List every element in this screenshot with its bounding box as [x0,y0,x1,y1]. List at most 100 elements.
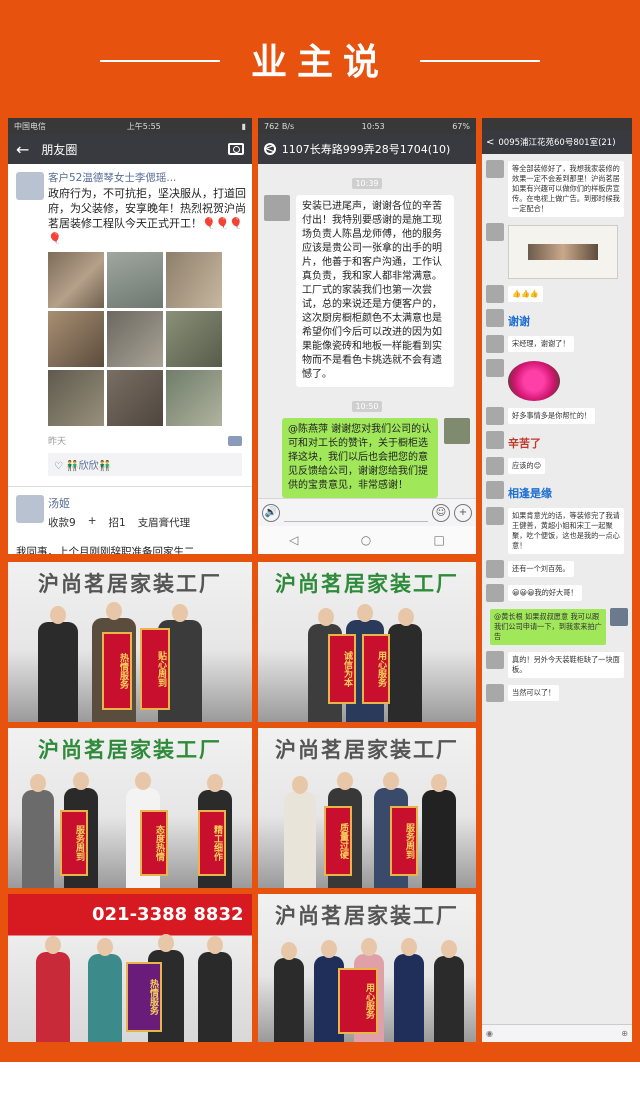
group-input-bar: ◉ ⊕ [482,1024,632,1042]
customer-photo-6: 沪尚茗居家装工厂 用心服务 [258,894,476,1042]
avatar[interactable] [486,431,504,449]
avatar[interactable] [486,481,504,499]
post-photo[interactable] [166,370,222,426]
customer-photo-3: 沪尚茗居家装工厂 服务周到 态度热情 精工细作 [8,728,252,888]
voice-icon[interactable]: 🔊 [262,503,280,522]
avatar[interactable] [16,172,44,200]
group-message: 如果肯意光的话，等装修完了我请王健善，黄超小姐和宋工一起聚聚，吃个便饭，这也是我… [486,507,628,554]
person-head [401,938,417,956]
message-bubble: 如果肯意光的话，等装修完了我请王健善，黄超小姐和宋工一起聚聚，吃个便饭，这也是我… [508,508,624,554]
back-arrow-icon[interactable]: < [486,137,494,148]
person-head [318,608,334,626]
message-bubble: 应该的😊 [508,458,546,474]
back-arrow-icon[interactable]: ← [16,140,29,159]
avatar[interactable] [486,651,504,669]
chat-title: 1107长寿路999弄28号1704(10) [281,143,451,156]
post-author[interactable]: 汤姬 [48,495,246,511]
person [388,624,422,722]
agent-label: 支眉膏代理 [137,517,191,529]
group-message: 真的！另外今天装鞋柜缺了一块面板。 [486,651,628,678]
message-column: 谢谢 [508,309,530,329]
post-photo[interactable] [107,311,163,367]
post-photo[interactable] [48,370,104,426]
person [284,792,316,888]
person-head [361,938,377,956]
avatar[interactable] [486,223,504,241]
status-bar: 中国电信 上午5:55 ▮ [8,118,252,134]
carrier-label: 中国电信 [14,121,46,131]
avatar[interactable] [486,507,504,525]
avatar[interactable] [486,285,504,303]
chat-message: @陈燕萍 谢谢您对我们公司的认可和对工长的赞许，关于橱柜选择这块，我们以后也会把… [264,418,470,498]
post-photo[interactable] [48,311,104,367]
avatar[interactable] [486,457,504,475]
chat-message: 安装已进尾声，谢谢各位的辛苦付出！我特别要感谢的是施工现场负责人陈昌龙师傅，他的… [264,195,470,387]
post-meta: 昨天 [48,434,246,447]
pennant-banner: 用心服务 [362,634,390,704]
avatar[interactable] [16,495,44,523]
post-photo[interactable] [107,252,163,308]
wall-sign: 沪尚茗居家装工厂 [275,571,459,596]
plus-icon[interactable]: + [454,503,472,522]
avatar[interactable] [486,407,504,425]
message-bubble: 安装已进尾声，谢谢各位的辛苦付出！我特别要感谢的是施工现场负责人陈昌龙师傅，他的… [296,195,454,387]
emoji-icon[interactable]: ☺ [432,503,450,522]
post-photo[interactable] [107,370,163,426]
person-head [45,936,61,954]
nav-recent-icon[interactable]: □ [434,533,445,547]
pennant-banner: 精工细作 [198,810,226,876]
customer-photo-5: 021-3388 8832 热情服务 [8,894,252,1042]
avatar[interactable] [486,160,504,178]
page-title: 业主说 [250,42,389,83]
message-bubble: 😀😀😀我的好大哥！ [508,585,582,601]
group-message-list: 等全部装修好了，我想我家装修的效果一定不会差到那里！沪尚茗居如果有兴趣可以做你们… [482,160,632,702]
pennant-banner: 服务周到 [390,806,418,876]
nav-home-icon[interactable]: ○ [361,533,371,547]
pennant-banner: 质量过硬 [324,806,352,876]
sticker-image: 相逢是缘 [508,487,552,500]
person [422,790,456,888]
avatar[interactable] [486,359,504,377]
avatar[interactable] [444,418,470,444]
avatar[interactable] [486,584,504,602]
footer-strip [0,1062,640,1096]
status-time: 上午5:55 [126,121,161,131]
message-column: 还有一个刘百苑。 [508,560,574,578]
message-bubble: 👍👍👍 [508,286,543,302]
group-message: 相逢是缘 [486,481,628,501]
avatar[interactable] [486,309,504,327]
flower-image[interactable] [508,361,560,401]
avatar[interactable] [486,560,504,578]
group-members-icon[interactable] [264,143,276,155]
post-photo[interactable] [48,252,104,308]
avatar[interactable] [610,608,628,626]
comment-more-icon[interactable] [228,435,242,446]
message-bubble: 真的！另外今天装鞋柜缺了一块面板。 [508,652,624,678]
chat-nav-bar: < 1107长寿路999弄28号1704(10) [258,134,476,164]
message-column: 辛苦了 [508,431,541,451]
shared-photo[interactable] [508,225,618,279]
message-input[interactable] [284,504,428,522]
battery-icon: ▮ [241,121,246,131]
person [434,956,464,1042]
post-photo[interactable] [166,311,222,367]
plus-icon[interactable]: ⊕ [621,1029,628,1038]
header: 业主说 [0,0,640,110]
avatar[interactable] [486,335,504,353]
post-author[interactable]: 客户52温德琴女士李偲瑶... [48,172,246,185]
voice-icon[interactable]: ◉ [486,1029,493,1038]
post-time: 昨天 [48,437,67,447]
group-message: 当然可以了！ [486,684,628,702]
avatar[interactable] [264,195,290,221]
message-bubble: 宋经理，谢谢了！ [508,336,574,352]
moments-screenshot: 中国电信 上午5:55 ▮ ← 朋友圈 客户52温德琴女士李偲瑶... 政府行为… [8,118,252,554]
wall-sign: 沪尚茗居家装工厂 [38,571,222,596]
moments-title: 朋友圈 [41,142,78,157]
nav-back-icon[interactable]: ◁ [289,533,298,547]
post-photo[interactable] [166,252,222,308]
person-head [50,606,66,624]
post-actions: 收款9 + 招1 支眉膏代理 [48,515,246,530]
avatar[interactable] [486,684,504,702]
camera-icon[interactable] [228,143,244,155]
moments-nav-bar: ← 朋友圈 [8,134,252,164]
